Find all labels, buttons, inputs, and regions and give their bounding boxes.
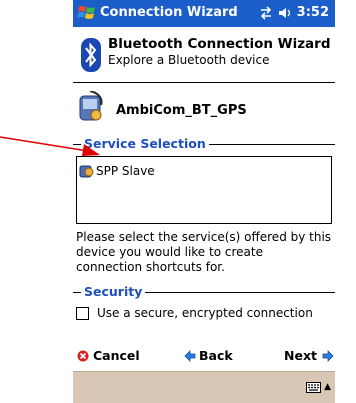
secure-connection-checkbox[interactable] <box>76 306 89 320</box>
service-list[interactable]: SPP Slave <box>76 156 332 224</box>
status-area: 3:52 <box>259 5 329 20</box>
secure-connection-option[interactable]: Use a secure, encrypted connection <box>76 306 313 320</box>
keyboard-icon[interactable] <box>306 382 321 393</box>
wizard-title: Bluetooth Connection Wizard <box>108 36 331 52</box>
back-arrow-icon <box>184 349 196 362</box>
annotation-arrow-icon <box>0 136 100 156</box>
input-method-arrow-icon[interactable]: ▲ <box>324 382 331 392</box>
next-button[interactable]: Next <box>284 348 334 363</box>
secure-connection-label: Use a secure, encrypted connection <box>97 306 313 320</box>
volume-icon[interactable] <box>278 6 292 20</box>
title-bar: Connection Wizard 3:52 <box>73 0 335 27</box>
connectivity-icon[interactable] <box>259 5 273 20</box>
bluetooth-icon <box>81 38 101 72</box>
input-panel-bar: ▲ <box>73 371 335 403</box>
cancel-button[interactable]: Cancel <box>77 348 140 363</box>
clock[interactable]: 3:52 <box>297 5 329 20</box>
header-divider <box>73 82 335 83</box>
list-item[interactable]: SPP Slave <box>79 163 155 179</box>
pocketpc-screen: Connection Wizard 3:52 Bluetooth Connect… <box>73 0 335 403</box>
device-icon <box>79 91 103 121</box>
window-title: Connection Wizard <box>100 5 238 20</box>
service-selection-group: Service Selection <box>73 137 335 151</box>
device-name: AmbiCom_BT_GPS <box>116 103 247 118</box>
start-menu-icon[interactable] <box>77 4 97 23</box>
wizard-subtitle: Explore a Bluetooth device <box>108 53 270 67</box>
service-label: SPP Slave <box>96 164 155 178</box>
security-group: Security <box>73 285 335 299</box>
security-caption: Security <box>81 285 146 299</box>
cancel-icon <box>77 350 89 361</box>
next-arrow-icon <box>322 349 334 362</box>
back-button[interactable]: Back <box>184 348 233 363</box>
service-icon <box>79 165 94 178</box>
help-text: Please select the service(s) offered by … <box>76 230 332 274</box>
